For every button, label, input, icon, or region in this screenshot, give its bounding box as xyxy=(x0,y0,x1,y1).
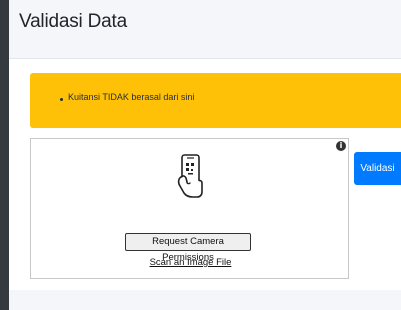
sidebar-edge xyxy=(0,0,9,310)
info-icon[interactable]: i xyxy=(336,141,346,151)
footer-strip xyxy=(9,292,401,310)
qr-scanner-region: i Request Camera Permissions Scan an Ima… xyxy=(30,138,349,279)
request-camera-permissions-button[interactable]: Request Camera Permissions xyxy=(125,233,251,263)
page-title: Validasi Data xyxy=(19,11,127,32)
scan-image-file-link[interactable]: Scan an Image File xyxy=(31,257,350,268)
warning-alert: Kuitansi TIDAK berasal dari sini xyxy=(30,73,401,128)
page-header: Validasi Data xyxy=(9,0,401,48)
content-card: Kuitansi TIDAK berasal dari sini i Reque… xyxy=(9,58,401,290)
validasi-button[interactable]: Validasi xyxy=(354,152,401,185)
bullet-icon xyxy=(60,98,63,101)
phone-scan-icon xyxy=(177,154,203,198)
alert-message: Kuitansi TIDAK berasal dari sini xyxy=(68,92,195,102)
